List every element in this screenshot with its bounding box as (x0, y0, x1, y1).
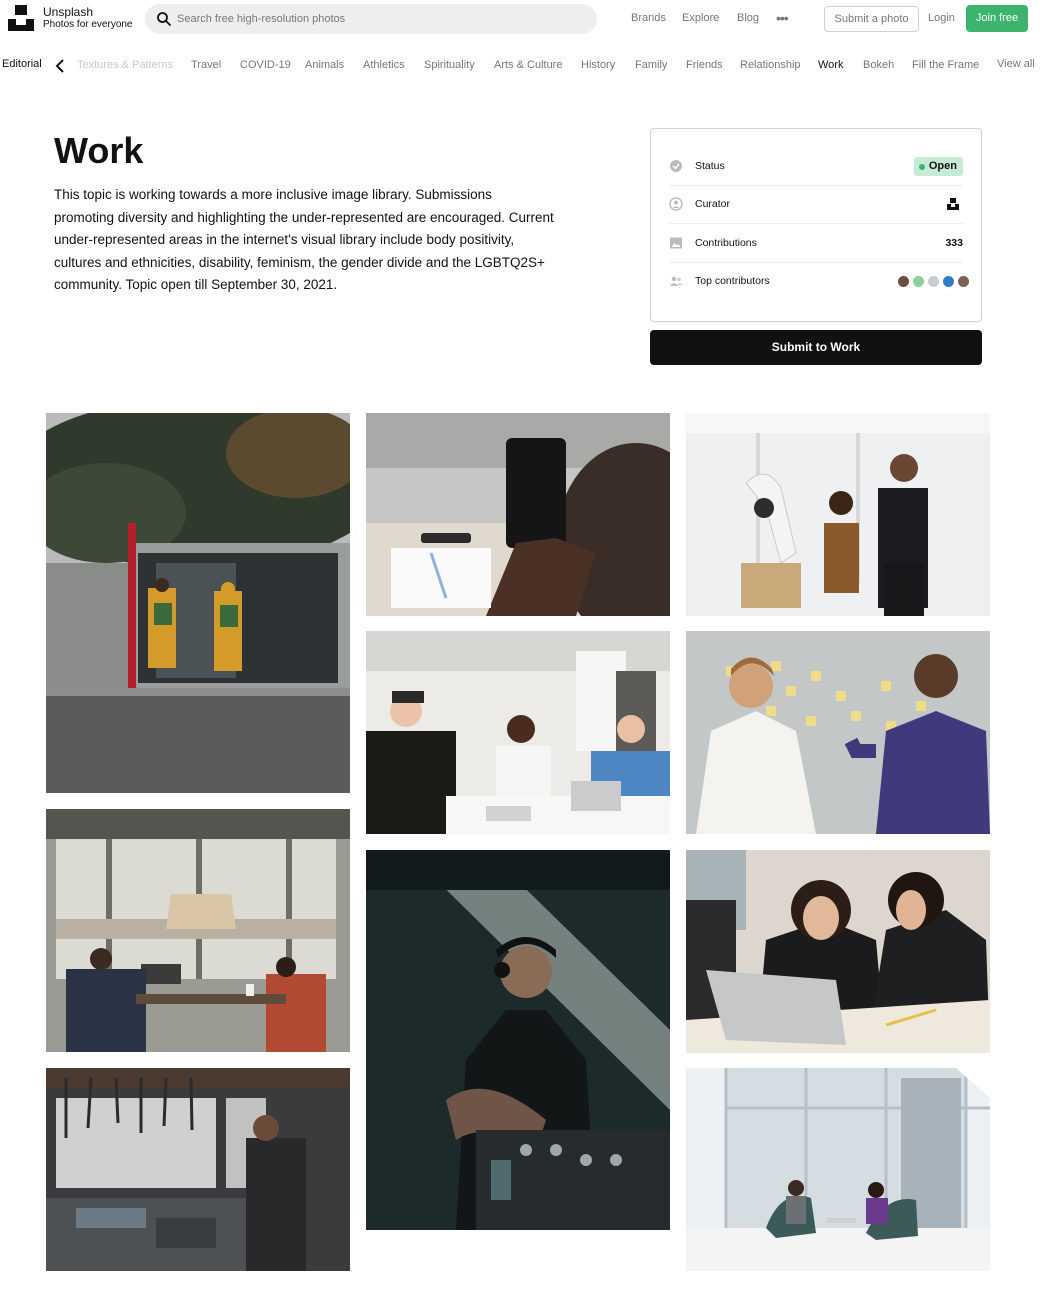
curator-label: Curator (695, 198, 731, 210)
search-icon[interactable] (156, 11, 172, 27)
top-contributors-label: Top contributors (695, 275, 770, 287)
avatar[interactable] (957, 275, 970, 288)
top-header: Unsplash Photos for everyone Brands Expl… (0, 0, 1040, 38)
avatar[interactable] (927, 275, 940, 288)
topic-history[interactable]: History (581, 59, 615, 71)
status-row: Status Open (669, 148, 963, 186)
topic-animals[interactable]: Animals (305, 59, 344, 71)
photo-workshop[interactable] (46, 1068, 350, 1271)
photo-window-desk[interactable] (46, 809, 350, 1052)
login-link[interactable]: Login (928, 12, 955, 24)
contributions-count: 333 (945, 237, 963, 249)
nav-brands[interactable]: Brands (631, 12, 666, 24)
user-icon (669, 197, 683, 211)
topic-athletics[interactable]: Athletics (363, 59, 405, 71)
contributions-row: Contributions 333 (669, 225, 963, 263)
topic-editorial[interactable]: Editorial (2, 58, 42, 70)
topic-arts-culture[interactable]: Arts & Culture (494, 59, 562, 71)
curator-unsplash-icon[interactable] (947, 198, 959, 210)
topic-travel[interactable]: Travel (191, 59, 221, 71)
people-icon (670, 276, 683, 286)
topics-nav: Editorial Textures & Patterns Travel COV… (0, 48, 1040, 80)
status-label: Status (695, 160, 725, 172)
topic-fill-the-frame[interactable]: Fill the Frame (912, 59, 979, 71)
topic-covid-19[interactable]: COVID-19 (240, 59, 291, 71)
page-title: Work (54, 130, 144, 171)
submit-photo-button[interactable]: Submit a photo (824, 6, 919, 32)
topic-spirituality[interactable]: Spirituality (424, 59, 475, 71)
chevron-left-icon[interactable] (53, 58, 67, 74)
unsplash-logo-icon[interactable] (8, 5, 34, 31)
nav-blog[interactable]: Blog (737, 12, 759, 24)
more-icon[interactable]: ••• (776, 11, 789, 25)
topic-bokeh[interactable]: Bokeh (863, 59, 894, 71)
view-all-link[interactable]: View all (997, 58, 1035, 70)
topic-friends[interactable]: Friends (686, 59, 723, 71)
brand-tagline: Photos for everyone (43, 19, 133, 30)
topic-family[interactable]: Family (635, 59, 667, 71)
contributor-avatars (887, 275, 970, 289)
top-contributors-row: Top contributors (669, 263, 970, 301)
avatar[interactable] (942, 275, 955, 288)
photo-robot-lab[interactable] (686, 413, 990, 616)
topic-info-card: Status Open Curator Contributions 333 To… (650, 128, 982, 322)
photo-street-workers[interactable] (46, 413, 350, 793)
contributions-label: Contributions (695, 237, 757, 249)
status-badge: Open (913, 157, 963, 176)
avatar[interactable] (897, 275, 910, 288)
photo-phone-hand[interactable] (366, 413, 670, 616)
photo-office-meeting[interactable] (366, 631, 670, 834)
search-input[interactable] (177, 9, 577, 29)
brand-name[interactable]: Unsplash (43, 5, 93, 19)
image-icon (670, 237, 682, 249)
topic-description: This topic is working towards a more inc… (54, 187, 554, 292)
photo-dj[interactable] (366, 850, 670, 1230)
nav-explore[interactable]: Explore (682, 12, 719, 24)
photo-sticky-notes[interactable] (686, 631, 990, 834)
curator-row: Curator (669, 186, 963, 224)
topic-work[interactable]: Work (818, 59, 843, 71)
submit-to-work-button[interactable]: Submit to Work (650, 330, 982, 365)
topic-textures-patterns[interactable]: Textures & Patterns (77, 59, 173, 71)
topic-relationship[interactable]: Relationship (740, 59, 801, 71)
status-icon (670, 160, 682, 172)
photo-lounge-chairs[interactable] (686, 1068, 990, 1271)
photo-laptop-women[interactable] (686, 850, 990, 1053)
avatar[interactable] (912, 275, 925, 288)
join-free-button[interactable]: Join free (966, 5, 1028, 32)
search-bar[interactable] (145, 4, 597, 34)
